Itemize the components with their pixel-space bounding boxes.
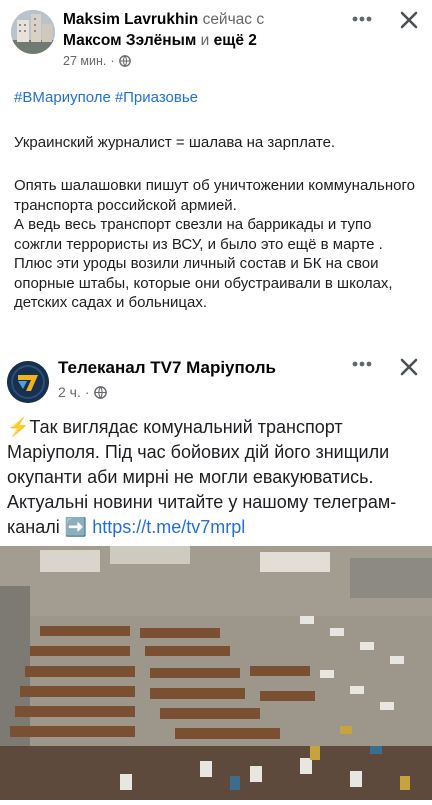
hashtag-link[interactable]: #ВМариуполе [14,89,111,106]
globe-icon [93,385,107,399]
post-header: Maksim Lavrukhin сейчас с Максом Зэлёным… [0,0,432,80]
globe-icon [118,55,131,67]
arrow-right-icon: ➡️ [64,517,88,537]
close-icon[interactable] [396,8,422,32]
hashtag-link[interactable]: #Приазовье [115,89,198,106]
shared-time[interactable]: 2 ч. [58,384,81,400]
post-author-name[interactable]: Maksim Lavrukhin [63,11,198,28]
more-icon[interactable] [347,353,377,375]
conjunction-text: и [200,32,210,49]
post-paragraph: Украинский журналист = шалава на зарплат… [14,134,336,151]
post-action-text: сейчас с [202,11,265,28]
more-icon[interactable] [347,8,377,30]
close-icon[interactable] [396,355,422,379]
post-author-line: Maksim Lavrukhin сейчас с [63,11,264,29]
post-paragraph: А ведь весь транспорт свезли на баррикад… [14,216,393,311]
lightning-icon: ⚡ [7,417,30,437]
post-tagged-line: Максом Зэлёным и ещё 2 [63,32,257,50]
shared-meta: 2 ч. · [58,384,107,400]
post-meta: 27 мин. · [63,54,131,68]
shared-post: Телеканал TV7 Маріуполь 2 ч. · ⚡Так вигл… [0,349,432,800]
post-time[interactable]: 27 мин. [63,54,106,68]
shared-text: ⚡Так виглядає комунальний транспорт Марі… [7,415,427,540]
hashtags: #ВМариуполе #Приазовье [14,89,202,106]
tagged-others[interactable]: ещё 2 [214,32,257,49]
shared-page-name[interactable]: Телеканал TV7 Маріуполь [58,358,276,378]
aerial-photo[interactable] [0,546,432,800]
tagged-person[interactable]: Максом Зэлёным [63,32,196,49]
post-paragraph: Опять шалашовки пишут об уничтожении ком… [14,177,415,214]
meta-dot: · [110,54,115,68]
avatar[interactable] [11,10,55,54]
telegram-link[interactable]: https://t.me/tv7mrpl [92,517,245,537]
meta-dot: · [84,384,90,400]
tv7-logo[interactable] [7,361,49,403]
